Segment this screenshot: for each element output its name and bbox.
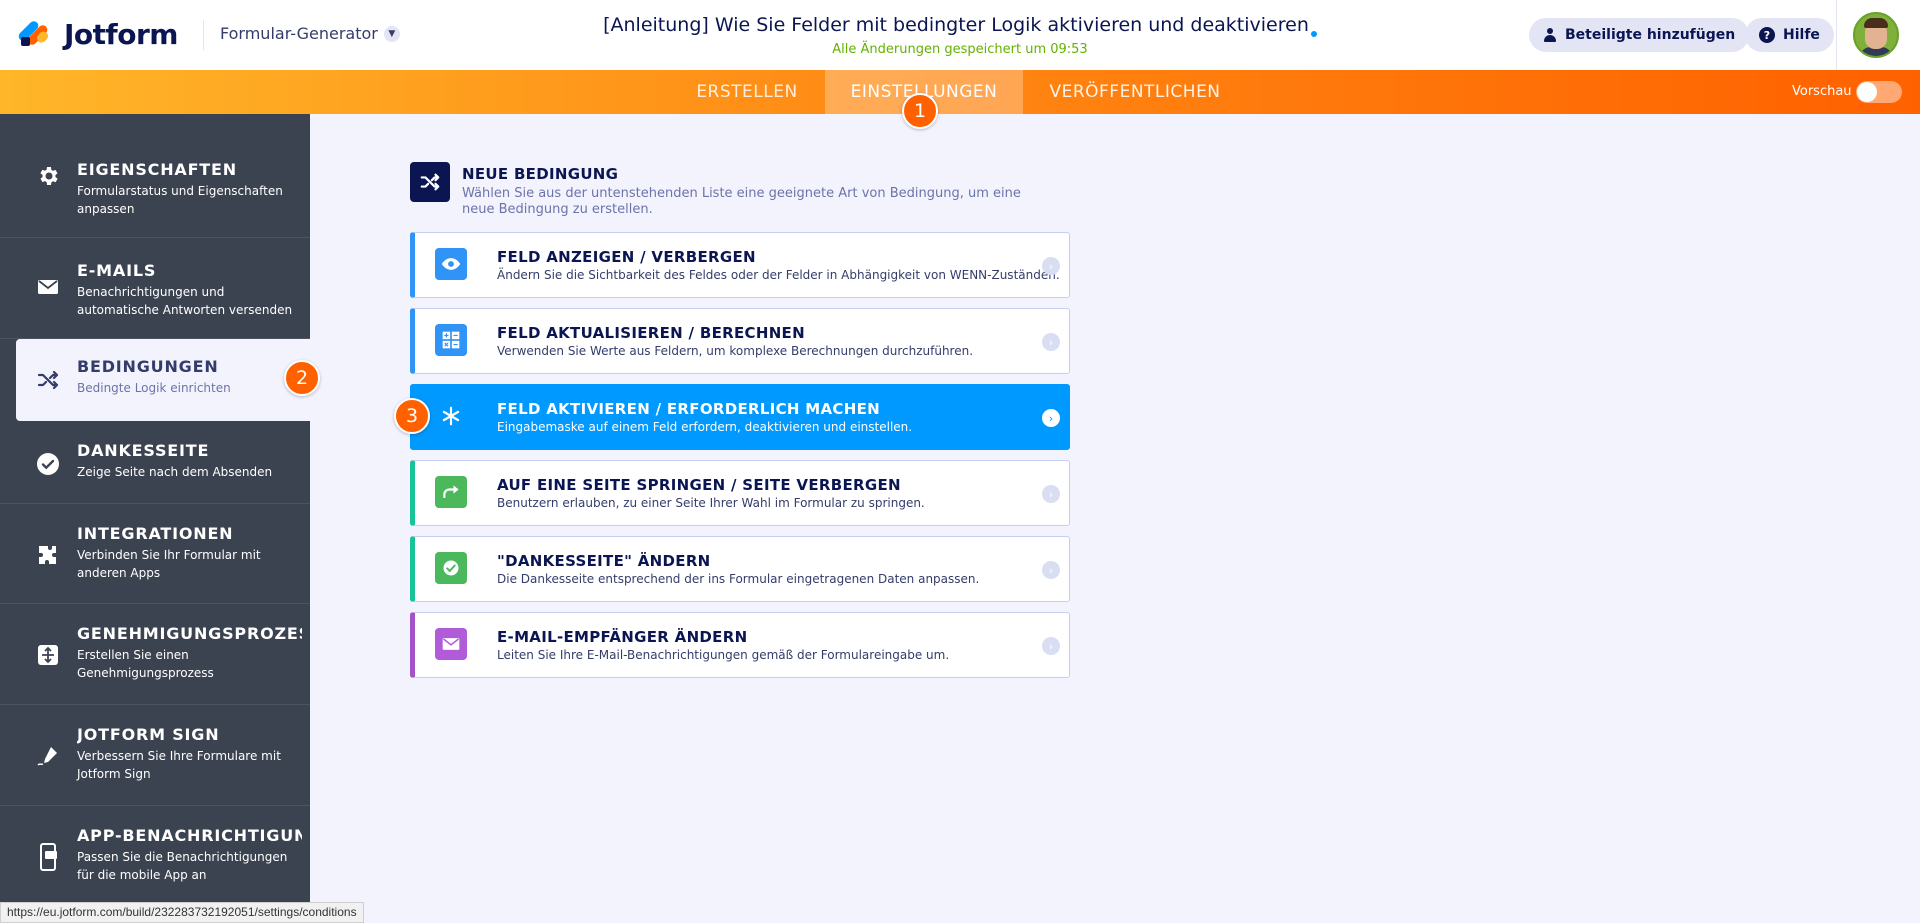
condition-update-calculate-field[interactable]: FELD AKTUALISIEREN / BERECHNEN Verwenden…: [410, 308, 1070, 374]
skip-arrow-icon: [435, 476, 467, 508]
mobile-icon: [34, 843, 62, 871]
puzzle-icon: [34, 541, 62, 569]
calculator-icon: [435, 324, 467, 356]
sidebar-item-desc: Zeige Seite nach dem Absenden: [77, 465, 273, 479]
condition-desc: Benutzern erlauben, zu einer Seite Ihrer…: [497, 496, 925, 510]
condition-desc: Verwenden Sie Werte aus Feldern, um komp…: [497, 344, 974, 358]
sidebar-item-desc: Benachrichtigungen und automatische Antw…: [77, 285, 293, 317]
shuffle-icon: [410, 162, 450, 202]
workflow-icon: [34, 641, 62, 669]
sidebar-item-emails[interactable]: E-MAILS Benachrichtigungen und automatis…: [0, 238, 310, 339]
settings-sidebar: EIGENSCHAFTEN Formularstatus und Eigensc…: [0, 114, 310, 923]
new-condition-title: NEUE BEDINGUNG: [462, 165, 619, 183]
pen-sign-icon: [34, 742, 62, 770]
condition-desc: Leiten Sie Ihre E-Mail-Benachrichtigunge…: [497, 648, 950, 662]
shuffle-icon: [34, 366, 62, 394]
preview-label: Vorschau: [1792, 84, 1852, 99]
form-title-text: [Anleitung] Wie Sie Felder mit bedingter…: [603, 14, 1309, 36]
step-badge-1: 1: [902, 93, 938, 129]
condition-desc: Eingabemaske auf einem Feld erfordern, d…: [497, 420, 913, 434]
chevron-right-icon: ›: [1042, 409, 1060, 427]
condition-title: FELD ANZEIGEN / VERBERGEN: [497, 248, 756, 266]
help-label: Hilfe: [1783, 27, 1820, 43]
avatar[interactable]: [1853, 12, 1899, 58]
step-badge-3: 3: [394, 398, 430, 434]
check-circle-icon: [34, 450, 62, 478]
condition-skip-hide-page[interactable]: AUF EINE SEITE SPRINGEN / SEITE VERBERGE…: [410, 460, 1070, 526]
condition-desc: Ändern Sie die Sichtbarkeit des Feldes o…: [497, 268, 1060, 282]
chevron-right-icon: ›: [1042, 637, 1060, 655]
sidebar-item-title: BEDINGUNGEN: [77, 357, 219, 376]
browser-status-url: https://eu.jotform.com/build/23228373219…: [0, 902, 364, 923]
tab-publish[interactable]: VERÖFFENTLICHEN: [1030, 70, 1240, 114]
check-icon: [435, 552, 467, 584]
add-collaborators-button[interactable]: Beteiligte hinzufügen: [1529, 18, 1750, 52]
condition-title: "DANKESSEITE" ÄNDERN: [497, 552, 711, 570]
condition-title: E-MAIL-EMPFÄNGER ÄNDERN: [497, 628, 748, 646]
condition-change-email-recipient[interactable]: E-MAIL-EMPFÄNGER ÄNDERN Leiten Sie Ihre …: [410, 612, 1070, 678]
condition-show-hide-field[interactable]: FELD ANZEIGEN / VERBERGEN Ändern Sie die…: [410, 232, 1070, 298]
sidebar-item-properties[interactable]: EIGENSCHAFTEN Formularstatus und Eigensc…: [0, 114, 310, 238]
sidebar-item-title: APP-BENACHRICHTIGUNG: [77, 826, 302, 845]
sidebar-item-jotform-sign[interactable]: JOTFORM SIGN Verbessern Sie Ihre Formula…: [0, 705, 310, 806]
sidebar-item-conditions[interactable]: BEDINGUNGEN Bedingte Logik einrichten: [16, 339, 310, 421]
condition-desc: Die Dankesseite entsprechend der ins For…: [497, 572, 980, 586]
sidebar-item-desc: Formularstatus und Eigenschaften anpasse…: [77, 184, 283, 216]
edit-dot-icon: [1310, 31, 1317, 37]
condition-enable-require-field[interactable]: FELD AKTIVIEREN / ERFORDERLICH MACHEN Ei…: [410, 384, 1070, 450]
sidebar-item-desc: Bedingte Logik einrichten: [77, 381, 231, 395]
person-icon: [1543, 28, 1557, 42]
chevron-right-icon: ›: [1042, 561, 1060, 579]
add-collaborators-label: Beteiligte hinzufügen: [1565, 27, 1736, 43]
preview-toggle[interactable]: [1856, 81, 1902, 103]
sidebar-item-title: DANKESSEITE: [77, 441, 210, 460]
sidebar-item-title: E-MAILS: [77, 261, 157, 280]
eye-icon: [435, 248, 467, 280]
sidebar-item-title: GENEHMIGUNGSPROZES...: [77, 624, 302, 643]
sidebar-item-title: EIGENSCHAFTEN: [77, 160, 237, 179]
divider: [1836, 0, 1837, 70]
question-icon: ?: [1759, 27, 1775, 43]
sidebar-item-desc: Passen Sie die Benachrichtigungen für di…: [77, 850, 288, 882]
sidebar-item-approval[interactable]: GENEHMIGUNGSPROZES... Erstellen Sie eine…: [0, 604, 310, 705]
sidebar-item-desc: Erstellen Sie einen Genehmigungsprozess: [77, 648, 214, 680]
gear-icon: [34, 162, 62, 190]
help-button[interactable]: ? Hilfe: [1745, 18, 1834, 52]
sidebar-item-integrations[interactable]: INTEGRATIONEN Verbinden Sie Ihr Formular…: [0, 504, 310, 604]
tab-build[interactable]: ERSTELLEN: [675, 70, 819, 114]
envelope-icon: [34, 273, 62, 301]
condition-title: AUF EINE SEITE SPRINGEN / SEITE VERBERGE…: [497, 476, 901, 494]
toggle-knob: [1857, 82, 1877, 102]
sidebar-item-title: JOTFORM SIGN: [77, 725, 220, 744]
condition-change-thankyou-page[interactable]: "DANKESSEITE" ÄNDERN Die Dankesseite ent…: [410, 536, 1070, 602]
condition-title: FELD AKTUALISIEREN / BERECHNEN: [497, 324, 805, 342]
chevron-right-icon: ›: [1042, 485, 1060, 503]
chevron-right-icon: ›: [1042, 257, 1060, 275]
condition-title: FELD AKTIVIEREN / ERFORDERLICH MACHEN: [497, 400, 880, 418]
new-condition-description: Wählen Sie aus der untenstehenden Liste …: [462, 186, 1021, 217]
sidebar-item-thankyou[interactable]: DANKESSEITE Zeige Seite nach dem Absende…: [0, 421, 310, 504]
sidebar-item-desc: Verbessern Sie Ihre Formulare mit Jotfor…: [77, 749, 281, 781]
mail-icon: [435, 628, 467, 660]
asterisk-icon: [435, 400, 467, 432]
chevron-right-icon: ›: [1042, 333, 1060, 351]
top-bar: Jotform Formular-Generator ▼ [Anleitung]…: [0, 0, 1920, 70]
sidebar-item-desc: Verbinden Sie Ihr Formular mit anderen A…: [77, 548, 261, 580]
sidebar-item-title: INTEGRATIONEN: [77, 524, 234, 543]
step-badge-2: 2: [284, 360, 320, 396]
builder-nav: ERSTELLEN EINSTELLUNGEN VERÖFFENTLICHEN …: [0, 70, 1920, 114]
